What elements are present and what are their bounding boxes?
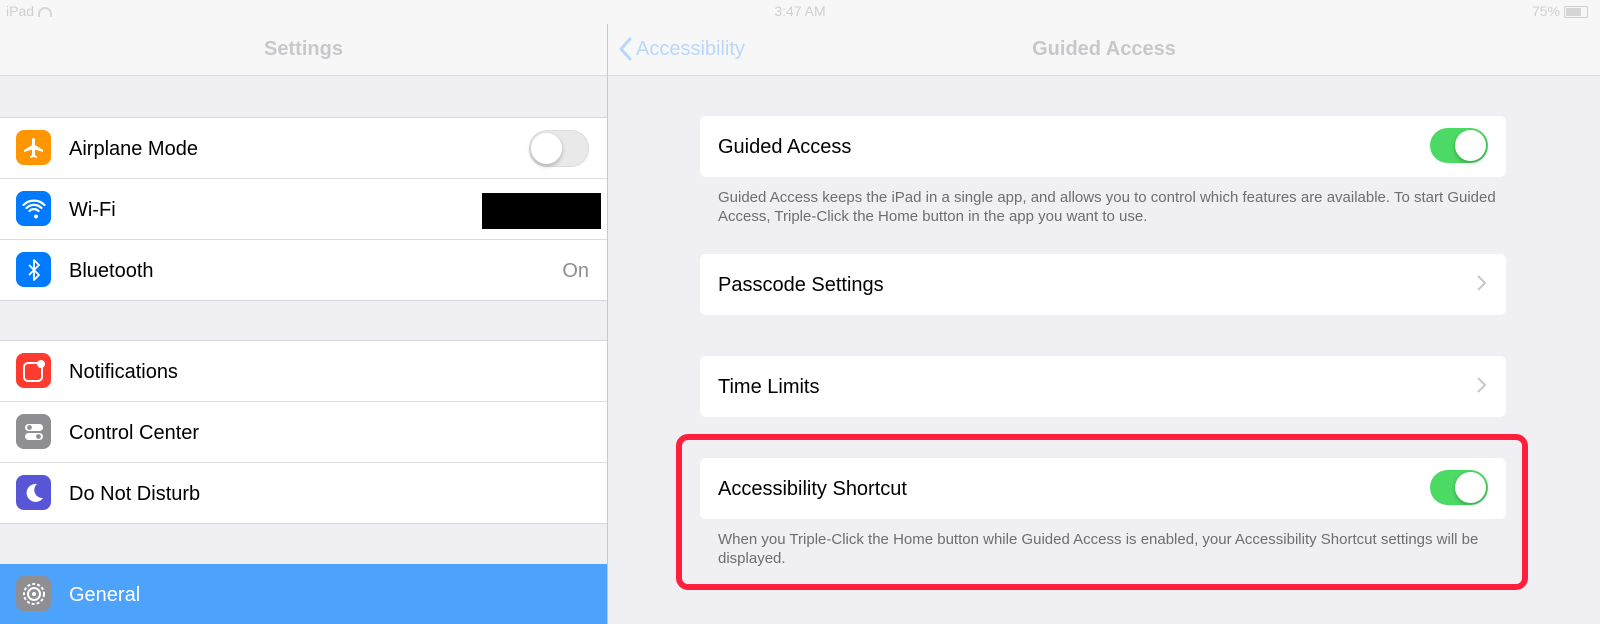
battery-status: 75%: [1532, 3, 1588, 19]
airplane-mode-label: Airplane Mode: [69, 138, 198, 160]
bluetooth-icon: [16, 252, 51, 287]
guided-access-row: Guided Access: [700, 116, 1506, 177]
status-time: 3:47 AM: [774, 3, 826, 19]
wifi-row[interactable]: Wi-Fi: [0, 179, 607, 240]
guided-access-footer: Guided Access keeps the iPad in a single…: [718, 189, 1496, 225]
wifi-label: Wi-Fi: [69, 199, 116, 221]
chevron-right-icon: [1477, 275, 1487, 291]
guided-access-label: Guided Access: [718, 136, 852, 158]
control-center-row[interactable]: Control Center: [0, 402, 607, 463]
moon-icon: [16, 475, 51, 510]
bluetooth-label: Bluetooth: [69, 260, 154, 282]
airplane-mode-toggle[interactable]: [529, 130, 589, 167]
general-label: General: [69, 584, 141, 606]
time-limits-row[interactable]: Time Limits: [700, 356, 1506, 417]
settings-group-system: Notifications Control Center Do Not Dist…: [0, 340, 607, 524]
passcode-settings-label: Passcode Settings: [718, 274, 884, 296]
time-limits-label: Time Limits: [718, 376, 820, 398]
notifications-row[interactable]: Notifications: [0, 341, 607, 402]
guided-access-nav-bar: Accessibility Guided Access: [608, 24, 1600, 76]
control-center-icon: [16, 414, 51, 449]
notifications-icon: [16, 353, 51, 388]
wifi-icon: [16, 191, 51, 226]
settings-title: Settings: [264, 38, 343, 60]
settings-group-connectivity: Airplane Mode Wi-Fi Bluetooth On: [0, 117, 607, 301]
airplane-mode-row[interactable]: Airplane Mode: [0, 118, 607, 179]
guided-access-toggle[interactable]: [1430, 128, 1488, 163]
red-highlight-box: [676, 434, 1528, 590]
passcode-settings-row[interactable]: Passcode Settings: [700, 254, 1506, 315]
bluetooth-value: On: [562, 260, 589, 282]
status-bar: iPad 3:47 AM 75%: [0, 0, 1600, 24]
chevron-right-icon: [1477, 377, 1487, 393]
settings-pane: Settings Airplane Mode Wi-Fi Bluetooth O…: [0, 0, 607, 624]
do-not-disturb-row[interactable]: Do Not Disturb: [0, 463, 607, 523]
wifi-network-redacted: [482, 193, 601, 229]
airplane-icon: [16, 130, 51, 165]
settings-nav-bar: Settings: [0, 24, 607, 76]
control-center-label: Control Center: [69, 422, 200, 444]
general-row[interactable]: General: [0, 564, 607, 624]
do-not-disturb-label: Do Not Disturb: [69, 483, 201, 505]
battery-icon: [1564, 6, 1588, 19]
notifications-label: Notifications: [69, 361, 178, 383]
bluetooth-row[interactable]: Bluetooth On: [0, 240, 607, 300]
page-title: Guided Access: [1032, 38, 1176, 60]
gear-icon: [16, 576, 51, 611]
